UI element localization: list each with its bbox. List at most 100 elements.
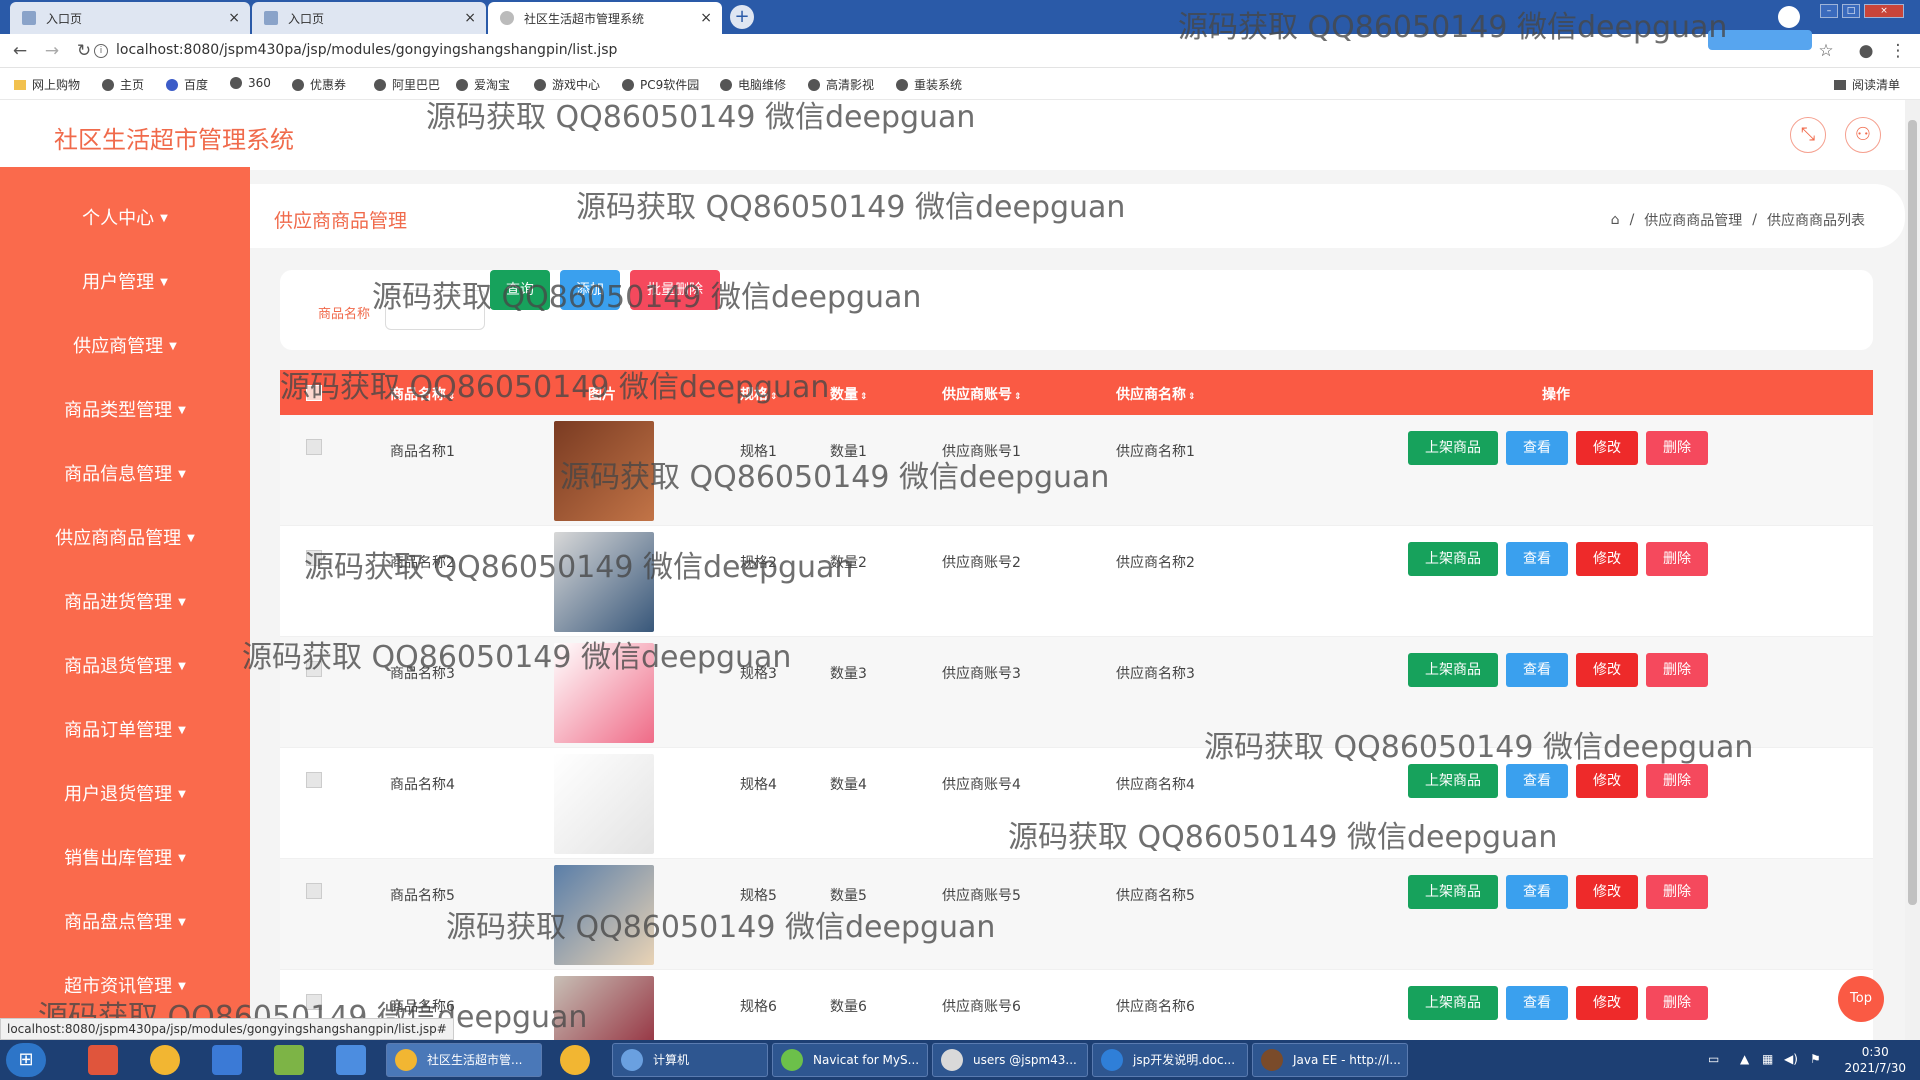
product-thumbnail[interactable] [554,643,654,743]
cloud-sync-icon[interactable] [1708,30,1812,50]
row-checkbox[interactable] [306,661,322,677]
column-header-qty[interactable]: 数量 ⇕ [830,384,868,404]
taskbar-task[interactable]: Java EE - http://l... [1252,1043,1408,1077]
edit-button[interactable]: 修改 [1576,653,1638,687]
select-all-checkbox[interactable] [306,385,322,401]
user-icon[interactable]: ⚇ [1845,117,1881,153]
taskbar-task[interactable]: jsp开发说明.doc... [1092,1043,1248,1077]
delete-button[interactable]: 删除 [1646,986,1708,1020]
bookmark-item[interactable]: PC9软件园 [622,76,699,93]
view-button[interactable]: 查看 [1506,986,1568,1020]
view-button[interactable]: 查看 [1506,875,1568,909]
edit-button[interactable]: 修改 [1576,542,1638,576]
product-name-search-input[interactable] [385,290,485,330]
bookmark-item[interactable]: 360 [230,76,271,90]
shelve-product-button[interactable]: 上架商品 [1408,875,1498,909]
view-button[interactable]: 查看 [1506,653,1568,687]
sidebar-item-supplier-products[interactable]: 供应商商品管理 ▼ [0,517,250,561]
add-button[interactable]: 添加 [560,270,620,310]
row-checkbox[interactable] [306,439,322,455]
minimize-icon[interactable]: – [1820,4,1838,18]
url-field[interactable]: localhost:8080/jspm430pa/jsp/modules/gon… [116,42,617,58]
shelve-product-button[interactable]: 上架商品 [1408,986,1498,1020]
column-header-spec[interactable]: 规格 ⇕ [740,384,778,404]
sidebar-item-purchasing[interactable]: 商品进货管理 ▼ [0,581,250,625]
forward-icon[interactable]: → [42,41,62,61]
sidebar-item-suppliers[interactable]: 供应商管理 ▼ [0,325,250,369]
edit-button[interactable]: 修改 [1576,875,1638,909]
reading-list[interactable]: 阅读清单 [1834,76,1900,93]
maximize-icon[interactable]: □ [1842,4,1860,18]
back-icon[interactable]: ← [10,41,30,61]
view-button[interactable]: 查看 [1506,431,1568,465]
shelve-product-button[interactable]: 上架商品 [1408,764,1498,798]
bookmark-item[interactable]: 重装系统 [896,76,962,93]
bookmark-item[interactable]: 高清影视 [808,76,874,93]
sidebar-item-product-returns[interactable]: 商品退货管理 ▼ [0,645,250,689]
bookmark-item[interactable]: 游戏中心 [534,76,600,93]
sidebar-item-users[interactable]: 用户管理 ▼ [0,261,250,305]
sidebar-item-product-info[interactable]: 商品信息管理 ▼ [0,453,250,497]
sidebar-item-inventory-check[interactable]: 商品盘点管理 ▼ [0,901,250,945]
bookmark-item[interactable]: 阿里巴巴 [374,76,440,93]
chrome-icon[interactable] [150,1045,180,1075]
bookmark-item[interactable]: 主页 [102,76,144,93]
keyboard-icon[interactable]: ▭ [1708,1052,1719,1066]
new-tab-icon[interactable]: + [730,5,754,29]
start-button-icon[interactable]: ⊞ [6,1043,46,1077]
product-thumbnail[interactable] [554,754,654,854]
browser-tab-2[interactable]: 入口页 × [252,2,486,34]
edit-button[interactable]: 修改 [1576,431,1638,465]
star-icon[interactable]: ☆ [1816,41,1836,61]
taskbar-task[interactable]: users @jspm43... [932,1043,1088,1077]
close-window-icon[interactable]: × [1864,4,1904,18]
sidebar-item-user-returns[interactable]: 用户退货管理 ▼ [0,773,250,817]
explorer-icon[interactable] [336,1045,366,1075]
product-thumbnail[interactable] [554,976,654,1040]
shelve-product-button[interactable]: 上架商品 [1408,653,1498,687]
app-launcher-icon[interactable] [88,1045,118,1075]
sidebar-item-sales-outbound[interactable]: 销售出库管理 ▼ [0,837,250,881]
clock[interactable]: 0:30 2021/7/30 [1844,1044,1906,1076]
flag-icon[interactable]: ⚑ [1810,1052,1821,1066]
taskbar-task[interactable]: 计算机 [612,1043,768,1077]
delete-button[interactable]: 删除 [1646,431,1708,465]
browser-tab-3[interactable]: 社区生活超市管理系统 × [488,2,722,34]
delete-button[interactable]: 删除 [1646,875,1708,909]
sidebar-item-orders[interactable]: 商品订单管理 ▼ [0,709,250,753]
edit-button[interactable]: 修改 [1576,764,1638,798]
taskbar-task[interactable]: Navicat for MyS... [772,1043,928,1077]
arrow-up-icon[interactable]: ▲ [1740,1052,1749,1066]
column-header-name[interactable]: 商品名称 ⇕ [390,384,456,404]
info-icon[interactable]: i [94,44,108,58]
network-icon[interactable]: ▦ [1762,1052,1773,1066]
cloud-app-icon[interactable] [212,1045,242,1075]
edit-button[interactable]: 修改 [1576,986,1638,1020]
row-checkbox[interactable] [306,994,322,1010]
bookmark-item[interactable]: 电脑维修 [720,76,786,93]
row-checkbox[interactable] [306,883,322,899]
sidebar-item-news[interactable]: 超市资讯管理 ▼ [0,965,250,1009]
bookmark-item[interactable]: 百度 [166,76,208,93]
tab-close-icon[interactable]: × [464,10,476,26]
sidebar-item-personal-center[interactable]: 个人中心 ▼ [0,197,250,241]
shelve-product-button[interactable]: 上架商品 [1408,431,1498,465]
profile-icon[interactable] [1778,6,1800,28]
chrome-icon[interactable] [560,1045,590,1075]
browser-tab-1[interactable]: 入口页 × [10,2,250,34]
back-to-top-button[interactable]: Top [1838,976,1884,1022]
scrollbar-thumb[interactable] [1908,120,1917,905]
delete-button[interactable]: 删除 [1646,653,1708,687]
view-button[interactable]: 查看 [1506,542,1568,576]
bookmark-item[interactable]: 网上购物 [14,76,80,93]
volume-icon[interactable]: ◀) [1784,1052,1798,1066]
view-button[interactable]: 查看 [1506,764,1568,798]
tab-close-icon[interactable]: × [700,10,712,26]
column-header-account[interactable]: 供应商账号 ⇕ [942,384,1022,404]
fullscreen-icon[interactable]: ⤡ [1790,117,1826,153]
delete-button[interactable]: 删除 [1646,764,1708,798]
taskbar-task[interactable]: 社区生活超市管... [386,1043,542,1077]
product-thumbnail[interactable] [554,865,654,965]
column-header-supplier[interactable]: 供应商名称 ⇕ [1116,384,1196,404]
page-scrollbar[interactable] [1905,100,1920,1040]
